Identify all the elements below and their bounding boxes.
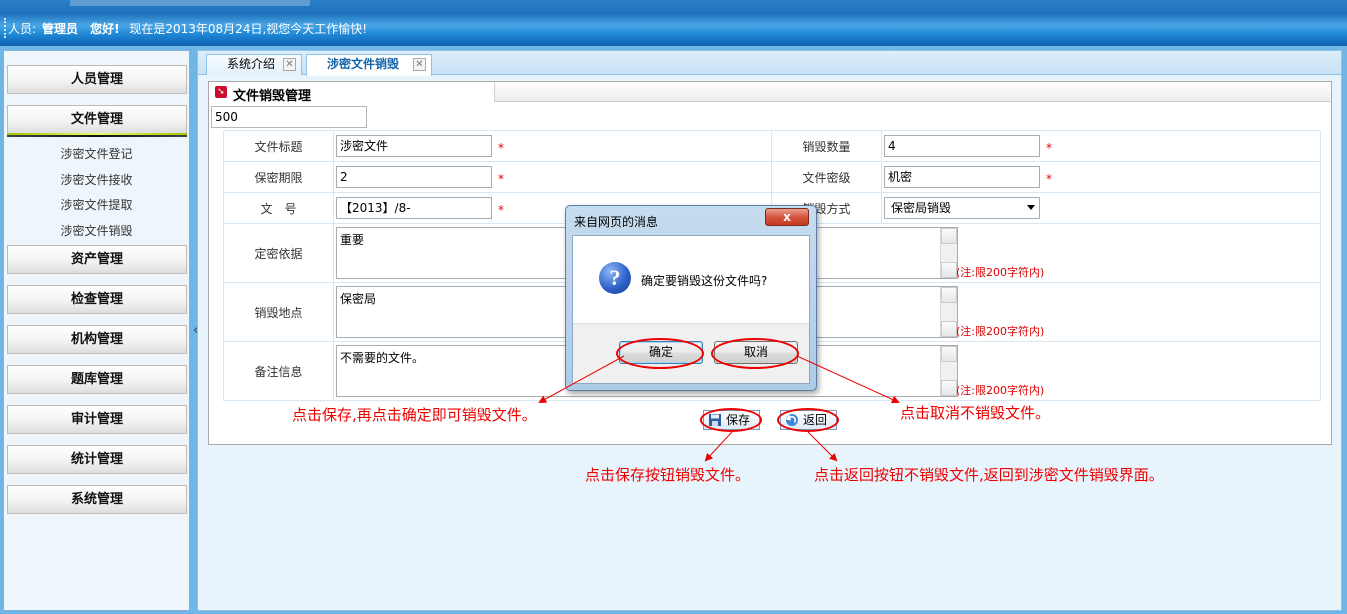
menu-question-bank[interactable]: 题库管理 [7, 365, 187, 394]
place-text: 保密局 [340, 292, 377, 306]
level-input[interactable]: 机密 [884, 166, 1040, 188]
annotation-confirm: 点击保存,再点击确定即可销毁文件。 [292, 406, 537, 424]
greeting: 您好! [90, 22, 120, 36]
scroll-up-icon[interactable] [941, 228, 957, 244]
method-select[interactable]: 保密局销毁 [884, 197, 1040, 219]
tab-close-icon[interactable]: ✕ [283, 58, 296, 71]
chevron-down-icon [1027, 205, 1035, 210]
quantity-label: 销毁数量 [771, 130, 882, 162]
tab-system-intro[interactable]: 系统介绍 ✕ [206, 54, 302, 75]
panel-title: 文件销毁管理 [233, 89, 312, 104]
method-selected-value: 保密局销毁 [891, 201, 952, 215]
header-welcome: 人员: 管理员 您好! 现在是2013年08月24日,视您今天工作愉快! [8, 20, 367, 37]
menu-personnel[interactable]: 人员管理 [7, 65, 187, 94]
title-label: 文件标题 [223, 130, 334, 162]
submenu-file-destroy[interactable]: 涉密文件销毁 [4, 222, 189, 239]
period-input[interactable]: 2 [336, 166, 492, 188]
menu-inspection[interactable]: 检查管理 [7, 285, 187, 314]
date-text: 现在是2013年08月24日,视您今天工作愉快! [129, 22, 368, 36]
scroll-up-icon[interactable] [941, 287, 957, 303]
required-mark: * [498, 172, 504, 186]
place-limit-note: (注:限200字符内) [956, 325, 1045, 338]
user-label: 人员: [8, 22, 37, 36]
required-mark: * [498, 203, 504, 217]
required-mark: * [1046, 172, 1052, 186]
back-label: 返回 [803, 413, 828, 427]
top-header: 人员: 管理员 您好! 现在是2013年08月24日,视您今天工作愉快! [0, 0, 1347, 46]
menu-organization[interactable]: 机构管理 [7, 325, 187, 354]
menu-assets[interactable]: 资产管理 [7, 245, 187, 274]
sidebar: 人员管理 文件管理 涉密文件登记 涉密文件接收 涉密文件提取 涉密文件销毁 资产… [3, 50, 190, 611]
floppy-disk-icon [709, 414, 721, 426]
level-label: 文件密级 [771, 161, 882, 193]
dialog-cancel-button[interactable]: 取消 [714, 341, 798, 364]
tab-strip: 系统介绍 ✕ 涉密文件销毁 ✕ [198, 51, 1341, 76]
confirm-dialog: 来自网页的消息 x ? 确定要销毁这份文件吗? 确定 取消 [565, 205, 817, 391]
docno-input[interactable]: 【2013】/8- [336, 197, 492, 219]
annotation-cancel: 点击取消不销毁文件。 [900, 404, 1051, 422]
panel-header: ➘ 文件销毁管理 [209, 82, 1331, 104]
user-name: 管理员 [42, 22, 79, 36]
remark-scrollbar[interactable] [940, 346, 957, 396]
dialog-message: 确定要销毁这份文件吗? [641, 274, 768, 288]
remark-label: 备注信息 [223, 341, 334, 401]
period-label: 保密期限 [223, 161, 334, 193]
scroll-down-icon[interactable] [941, 380, 957, 396]
required-mark: * [498, 141, 504, 155]
save-button[interactable]: 保存 [703, 410, 760, 430]
scroll-down-icon[interactable] [941, 321, 957, 337]
basis-label: 定密依据 [223, 223, 334, 283]
dialog-close-button[interactable]: x [765, 208, 809, 226]
header-logo-remnant [70, 0, 310, 6]
question-icon: ? [599, 262, 631, 294]
annotation-save: 点击保存按钮销毁文件。 [585, 466, 751, 484]
tab-close-icon[interactable]: ✕ [413, 58, 426, 71]
menu-system[interactable]: 系统管理 [7, 485, 187, 514]
tab-label: 系统介绍 [227, 57, 276, 71]
back-button[interactable]: 返回 [780, 410, 837, 430]
title-input[interactable]: 涉密文件 [336, 135, 492, 157]
submenu-file-receive[interactable]: 涉密文件接收 [4, 171, 189, 188]
remark-limit-note: (注:限200字符内) [956, 384, 1045, 397]
remark-text: 不需要的文件。 [340, 351, 425, 365]
required-mark: * [1046, 141, 1052, 155]
place-label: 销毁地点 [223, 282, 334, 342]
menu-statistics[interactable]: 统计管理 [7, 445, 187, 474]
menu-files[interactable]: 文件管理 [7, 105, 187, 134]
submenu-file-extract[interactable]: 涉密文件提取 [4, 196, 189, 213]
docno-label: 文 号 [223, 192, 334, 224]
tab-file-destroy[interactable]: 涉密文件销毁 ✕ [306, 54, 432, 76]
tab-label: 涉密文件销毁 [327, 57, 400, 71]
back-arrow-icon [785, 413, 798, 426]
basis-text: 重要 [340, 233, 365, 247]
save-label: 保存 [726, 413, 751, 427]
basis-scrollbar[interactable] [940, 228, 957, 278]
quantity-input[interactable]: 4 [884, 135, 1040, 157]
menu-audit[interactable]: 审计管理 [7, 405, 187, 434]
number-field[interactable]: 500 [211, 106, 367, 128]
header-divider [4, 18, 7, 38]
panel-arrow-icon: ➘ [215, 86, 227, 98]
submenu-file-register[interactable]: 涉密文件登记 [4, 145, 189, 162]
dialog-ok-button[interactable]: 确定 [619, 341, 703, 364]
menu-active-indicator [7, 133, 187, 137]
basis-limit-note: (注:限200字符内) [956, 266, 1045, 279]
annotation-back: 点击返回按钮不销毁文件,返回到涉密文件销毁界面。 [814, 466, 1164, 484]
dialog-title: 来自网页的消息 [574, 215, 659, 229]
dialog-body: ? 确定要销毁这份文件吗? 确定 取消 [572, 235, 810, 384]
scroll-up-icon[interactable] [941, 346, 957, 362]
scroll-down-icon[interactable] [941, 262, 957, 278]
panel-caption: ➘ 文件销毁管理 [209, 82, 495, 104]
place-scrollbar[interactable] [940, 287, 957, 337]
